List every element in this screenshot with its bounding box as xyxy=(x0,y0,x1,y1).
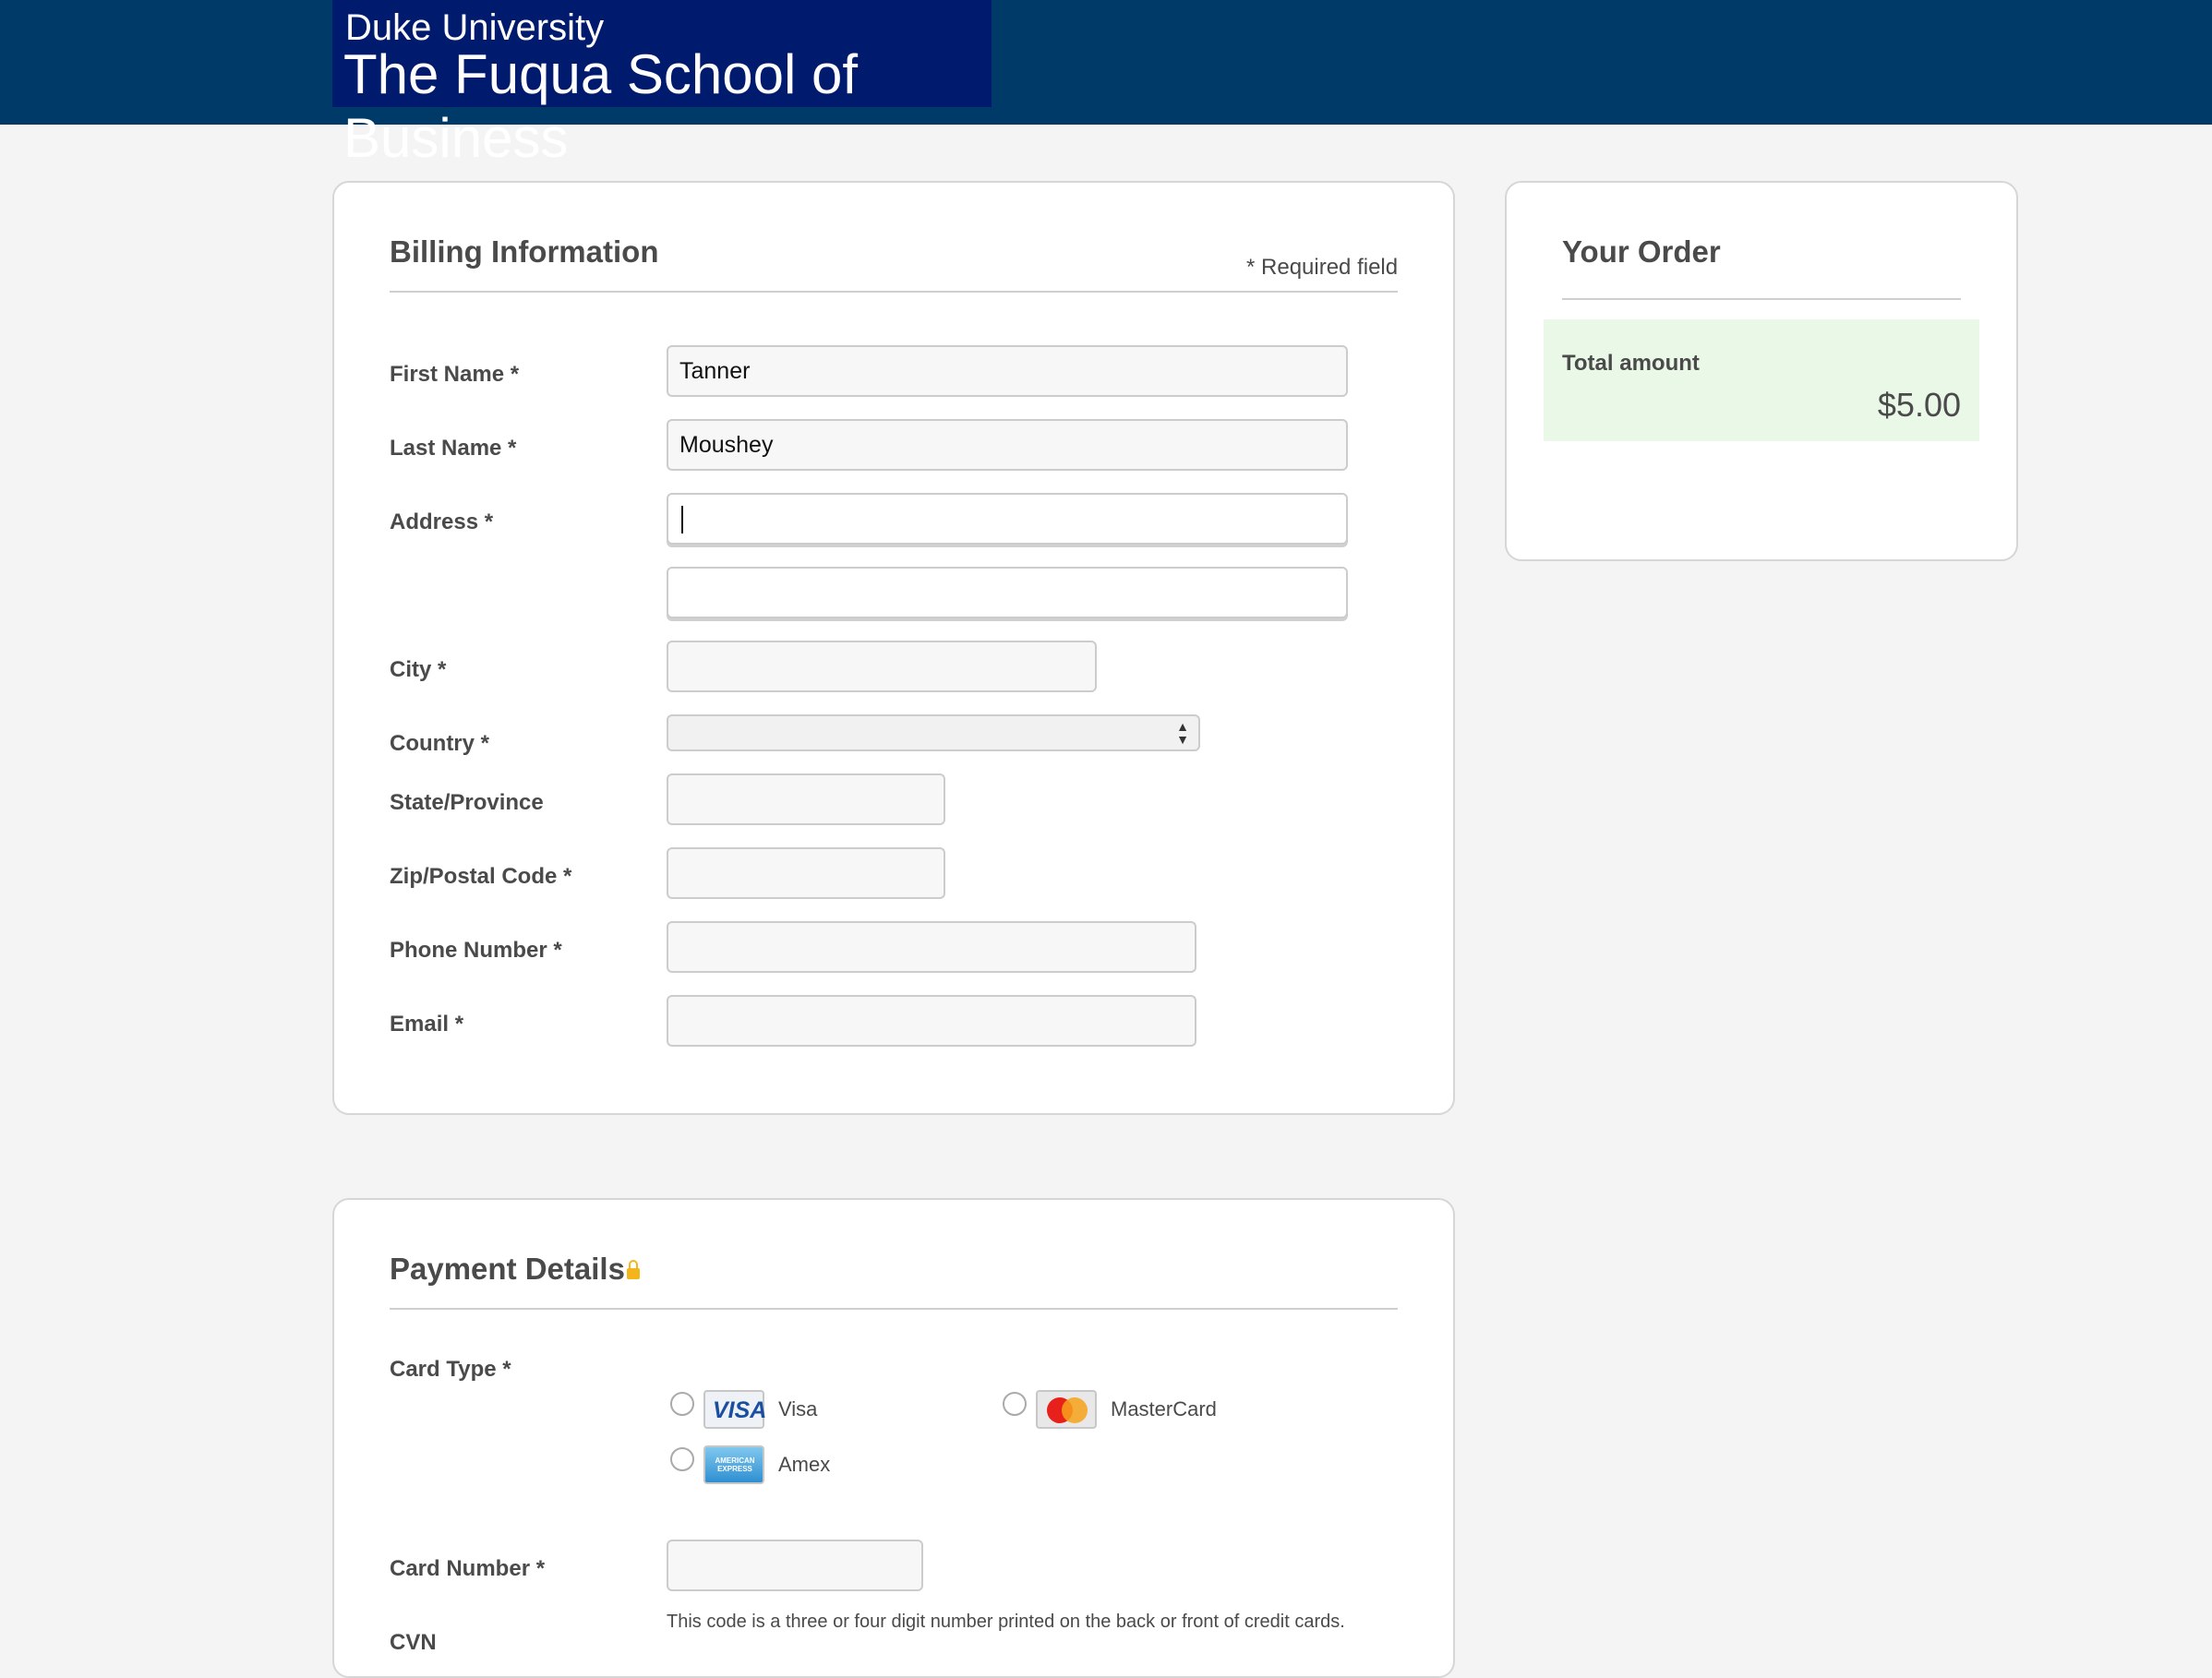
card-type-amex-label: Amex xyxy=(778,1453,831,1476)
card-type-visa-radio[interactable] xyxy=(670,1392,694,1416)
total-amount-value: $5.00 xyxy=(1877,386,1961,424)
phone-number-input[interactable] xyxy=(667,921,1196,973)
city-label: City * xyxy=(390,657,447,682)
cvn-help-text: This code is a three or four digit numbe… xyxy=(667,1612,1345,1632)
last-name-input[interactable] xyxy=(667,419,1348,471)
card-type-visa-label: Visa xyxy=(778,1397,818,1420)
address-line2-input[interactable] xyxy=(667,567,1348,618)
card-type-label: Card Type * xyxy=(390,1357,511,1382)
amex-logo-text: AMERICAN EXPRESS xyxy=(715,1456,755,1473)
logo-line-2: The Fuqua School of Business xyxy=(343,43,859,169)
phone-number-label: Phone Number * xyxy=(390,938,562,963)
email-input[interactable] xyxy=(667,995,1196,1047)
billing-title-divider xyxy=(390,291,1398,293)
card-number-label: Card Number * xyxy=(390,1556,546,1581)
country-label: Country * xyxy=(390,731,489,756)
cvn-label: CVN xyxy=(390,1630,437,1655)
country-select[interactable]: ▲ ▼ xyxy=(667,714,1200,751)
fuqua-logo[interactable]: Duke University The Fuqua School of Busi… xyxy=(332,0,992,169)
city-input[interactable] xyxy=(667,641,1097,692)
amex-logo-icon: AMERICAN EXPRESS xyxy=(703,1445,764,1484)
card-type-mastercard-radio[interactable] xyxy=(1003,1392,1027,1416)
first-name-input[interactable] xyxy=(667,345,1348,397)
visa-logo-text: VISA xyxy=(713,1397,767,1423)
zip-postal-label: Zip/Postal Code * xyxy=(390,864,572,889)
billing-title: Billing Information xyxy=(390,234,659,269)
card-type-mastercard-label: MasterCard xyxy=(1111,1397,1217,1420)
total-amount-label: Total amount xyxy=(1562,351,1700,376)
select-arrows-icon: ▲ ▼ xyxy=(1176,719,1189,747)
order-title: Your Order xyxy=(1562,234,1721,269)
state-province-input[interactable] xyxy=(667,773,945,825)
order-title-divider xyxy=(1562,298,1961,300)
payment-title-divider xyxy=(390,1308,1398,1310)
state-province-label: State/Province xyxy=(390,790,544,815)
address-line1-input[interactable] xyxy=(667,493,1348,545)
card-number-input[interactable] xyxy=(667,1540,923,1591)
email-label: Email * xyxy=(390,1012,464,1037)
address-label: Address * xyxy=(390,509,494,534)
mastercard-logo-icon xyxy=(1036,1390,1097,1429)
total-amount-box: Total amount $5.00 xyxy=(1544,319,1979,441)
card-type-amex-radio[interactable] xyxy=(670,1447,694,1471)
first-name-label: First Name * xyxy=(390,362,520,387)
lock-icon xyxy=(627,1260,640,1279)
required-field-note: * Required field xyxy=(1246,255,1399,280)
zip-postal-input[interactable] xyxy=(667,847,945,899)
last-name-label: Last Name * xyxy=(390,436,517,461)
text-caret xyxy=(681,506,683,533)
visa-logo-icon: VISA xyxy=(703,1390,767,1429)
payment-title: Payment Details xyxy=(390,1252,625,1286)
